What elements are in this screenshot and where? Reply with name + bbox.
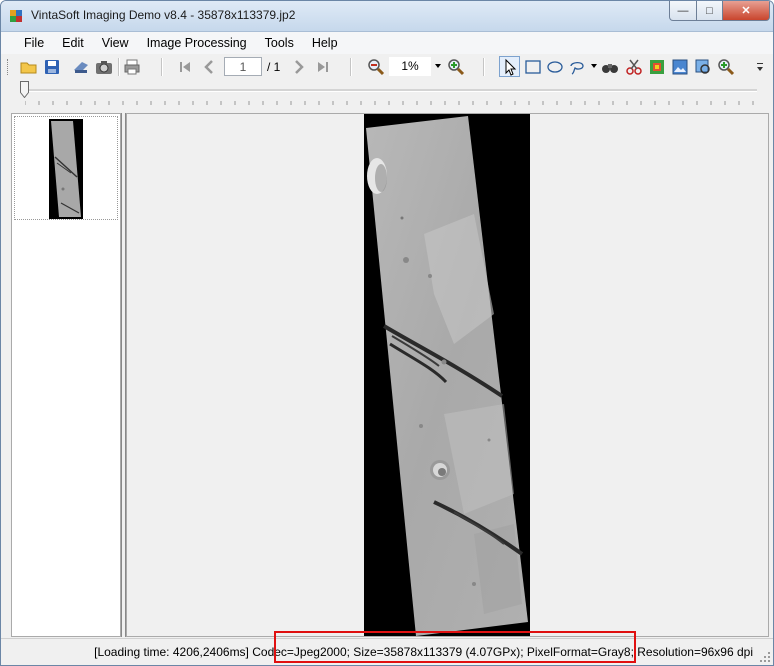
close-button[interactable]: ✕ bbox=[722, 1, 770, 21]
last-page-icon[interactable] bbox=[314, 58, 332, 76]
highlight-box bbox=[274, 631, 636, 663]
save-icon[interactable] bbox=[43, 58, 61, 76]
zoom-slider-thumb[interactable] bbox=[20, 81, 29, 98]
zoom-in-icon[interactable] bbox=[447, 58, 465, 76]
maximize-button[interactable]: □ bbox=[696, 1, 723, 21]
menu-tools[interactable]: Tools bbox=[256, 32, 303, 54]
crop-icon[interactable] bbox=[648, 58, 666, 76]
toolbar-separator bbox=[483, 58, 485, 76]
lasso-selection-icon[interactable] bbox=[568, 58, 586, 76]
thumbnail-image[interactable] bbox=[49, 119, 83, 219]
app-icon bbox=[10, 10, 22, 22]
prev-page-icon[interactable] bbox=[200, 58, 218, 76]
menu-file[interactable]: File bbox=[15, 32, 53, 54]
scan-icon[interactable] bbox=[72, 58, 90, 76]
next-page-icon[interactable] bbox=[290, 58, 308, 76]
image-icon[interactable] bbox=[671, 58, 689, 76]
menu-view[interactable]: View bbox=[93, 32, 138, 54]
zoom-tool-icon[interactable] bbox=[717, 58, 735, 76]
toolbar-separator bbox=[350, 58, 352, 76]
zoom-combobox[interactable]: 1% bbox=[389, 57, 431, 76]
zoom-out-icon[interactable] bbox=[367, 58, 385, 76]
menu-bar: File Edit View Image Processing Tools He… bbox=[1, 32, 773, 54]
toolbar-separator bbox=[161, 58, 163, 76]
menu-edit[interactable]: Edit bbox=[53, 32, 93, 54]
app-window: VintaSoft Imaging Demo v8.4 - 35878x1133… bbox=[0, 0, 774, 666]
toolbar-separator bbox=[118, 58, 120, 76]
toolbar-grip[interactable] bbox=[7, 59, 11, 75]
toolbar-overflow-icon[interactable] bbox=[755, 58, 765, 76]
image-viewer[interactable] bbox=[126, 113, 769, 637]
menu-help[interactable]: Help bbox=[303, 32, 347, 54]
pointer-icon[interactable] bbox=[501, 58, 519, 76]
open-icon[interactable] bbox=[20, 58, 38, 76]
lasso-dropdown-icon[interactable] bbox=[591, 64, 597, 68]
print-icon[interactable] bbox=[123, 58, 141, 76]
magnifier-icon[interactable] bbox=[694, 58, 712, 76]
toolbar: 1 / 1 1% bbox=[1, 55, 773, 79]
camera-icon[interactable] bbox=[95, 58, 113, 76]
page-total-label: / 1 bbox=[267, 60, 281, 74]
minimize-button[interactable]: — bbox=[669, 1, 697, 21]
scissors-icon[interactable] bbox=[625, 58, 643, 76]
first-page-icon[interactable] bbox=[176, 58, 194, 76]
resize-grip-icon[interactable] bbox=[759, 651, 771, 663]
binoculars-icon[interactable] bbox=[601, 58, 619, 76]
title-bar[interactable]: VintaSoft Imaging Demo v8.4 - 35878x1133… bbox=[1, 1, 773, 32]
window-title: VintaSoft Imaging Demo v8.4 - 35878x1133… bbox=[31, 8, 296, 22]
page-number-input[interactable]: 1 bbox=[224, 57, 262, 76]
zoom-slider-track[interactable] bbox=[21, 89, 757, 92]
thumbnail-item[interactable] bbox=[14, 116, 118, 220]
zoom-dropdown-icon[interactable] bbox=[435, 64, 441, 68]
ellipse-selection-icon[interactable] bbox=[546, 58, 564, 76]
thumbnail-panel[interactable] bbox=[11, 113, 121, 637]
mars-strip-image[interactable] bbox=[364, 114, 530, 636]
rectangle-selection-icon[interactable] bbox=[524, 58, 542, 76]
zoom-slider-ticks bbox=[25, 101, 754, 105]
menu-image-processing[interactable]: Image Processing bbox=[138, 32, 256, 54]
